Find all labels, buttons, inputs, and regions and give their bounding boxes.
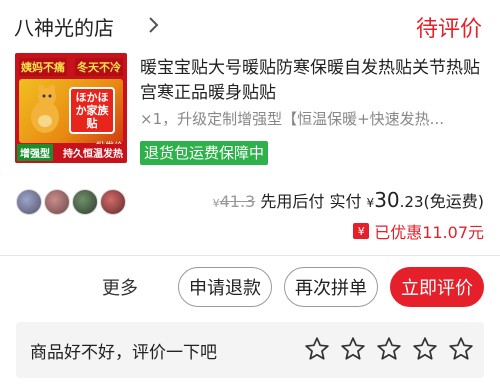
review-now-button[interactable]: 立即评价 [390, 267, 484, 307]
divider [0, 255, 500, 256]
star-outline-icon[interactable] [340, 336, 366, 362]
regroup-order-button[interactable]: 再次拼单 [284, 267, 378, 307]
original-price: 41.3 [219, 192, 256, 211]
thumbnail-brand: ほかほか家族 贴 [69, 87, 115, 134]
avatar [100, 189, 126, 215]
thumbnail-brand-text: ほかほか家族 [75, 91, 109, 117]
avatar [44, 189, 70, 215]
yen-badge-icon: ¥ [353, 223, 370, 239]
order-actions: 更多 申请退款 再次拼单 立即评价 [102, 267, 484, 307]
original-price-currency: ¥ [212, 197, 220, 210]
review-prompt-text: 商品好不好，评价一下吧 [30, 343, 217, 363]
thumbnail-brand-sub: 贴 [86, 117, 98, 130]
discount-text: 已优惠11.07元 [374, 223, 484, 242]
discount-info: ¥ 已优惠11.07元 [353, 219, 484, 243]
quick-review-bar[interactable]: 商品好不好，评价一下吧 [16, 322, 484, 378]
return-shipping-guarantee-badge: 退货包运费保障中 [140, 141, 269, 165]
shop-name[interactable]: 八神光的店 [14, 12, 114, 41]
product-thumbnail[interactable]: 姨妈不痛 冬天不冷 ほかほか家族 贴 批发价 增强型 持久恒温发热 [15, 53, 127, 163]
product-spec: ×1，升级定制增强型【恒温保暖+快速发热... [140, 110, 444, 128]
product-title[interactable]: 暖宝宝贴大号暖贴防寒保暖自发热贴关节热贴宫寒正品暖身贴贴 [140, 56, 480, 106]
avatar [16, 189, 42, 215]
group-buyer-avatars[interactable] [16, 189, 128, 219]
star-outline-icon[interactable] [412, 336, 438, 362]
order-header: 八神光的店 待评价 [0, 0, 500, 52]
pay-later-label: 先用后付 [260, 192, 325, 211]
star-outline-icon[interactable] [376, 336, 402, 362]
more-button[interactable]: 更多 [102, 274, 138, 300]
thumbnail-banner: 姨妈不痛 冬天不冷 [19, 57, 123, 77]
avatar [72, 189, 98, 215]
paid-amount-integer: 30 [374, 188, 400, 212]
thumbnail-banner-left: 姨妈不痛 [19, 58, 67, 76]
paid-amount-decimal: .23 [399, 193, 424, 211]
shipping-note: (免运费) [423, 192, 485, 211]
order-status: 待评价 [415, 17, 482, 42]
kangaroo-illustration [31, 85, 59, 133]
price-row: ¥41.3 先用后付 实付 ¥30.23(免运费) [213, 188, 484, 212]
thumbnail-badge-heat: 持久恒温发热 [61, 144, 125, 161]
star-outline-icon[interactable] [448, 336, 474, 362]
chevron-right-icon[interactable] [144, 13, 164, 37]
request-refund-button[interactable]: 申请退款 [178, 267, 272, 307]
thumbnail-banner-right: 冬天不冷 [75, 58, 123, 76]
star-outline-icon[interactable] [304, 336, 330, 362]
actual-paid-label: 实付 [329, 192, 362, 211]
star-rating[interactable] [294, 336, 474, 362]
thumbnail-badge-enhanced: 增强型 [17, 144, 53, 161]
